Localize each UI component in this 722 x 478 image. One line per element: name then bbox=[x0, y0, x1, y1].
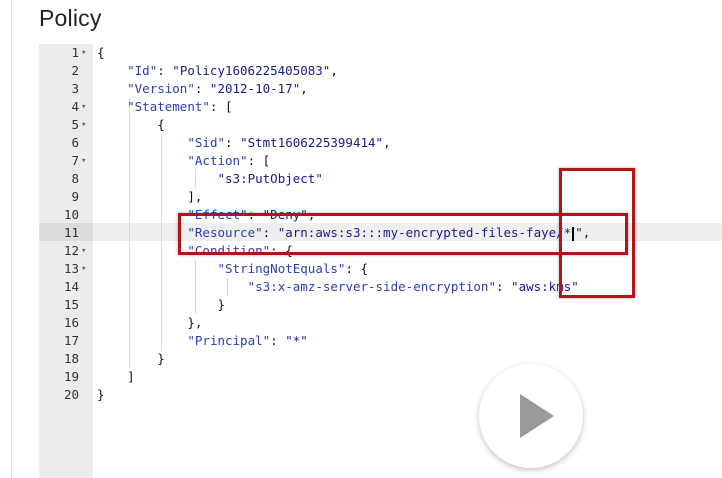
line-number: 2 bbox=[71, 63, 79, 78]
line-number: 14 bbox=[63, 279, 79, 294]
code-text: "Statement": [ bbox=[127, 99, 233, 114]
line-number: 7 bbox=[71, 153, 79, 168]
line-number: 6 bbox=[71, 135, 79, 150]
line-number: 5 bbox=[71, 117, 79, 132]
line-number: 1 bbox=[71, 45, 79, 60]
code-line[interactable]: 18 } bbox=[0, 350, 722, 368]
page-title: Policy bbox=[39, 5, 102, 31]
line-number: 13 bbox=[63, 261, 79, 276]
line-number: 11 bbox=[63, 225, 79, 240]
fold-toggle-icon[interactable]: ▾ bbox=[81, 152, 91, 170]
code-line[interactable]: 3 "Version": "2012-10-17", bbox=[0, 80, 722, 98]
code-text: "s3:PutObject" bbox=[217, 171, 323, 186]
fold-toggle-icon[interactable]: ▾ bbox=[81, 116, 91, 134]
highlight-box-resource-line bbox=[178, 213, 628, 255]
code-text: ] bbox=[127, 369, 135, 384]
code-line[interactable]: 2 "Id": "Policy1606225405083", bbox=[0, 62, 722, 80]
line-number: 16 bbox=[63, 315, 79, 330]
code-text: "Sid": "Stmt1606225399414", bbox=[187, 135, 391, 150]
video-play-button[interactable] bbox=[479, 364, 583, 468]
code-text: "Principal": "*" bbox=[187, 333, 308, 348]
code-line[interactable]: 15 } bbox=[0, 296, 722, 314]
code-text: { bbox=[157, 117, 165, 132]
code-text: "Id": "Policy1606225405083", bbox=[127, 63, 338, 78]
code-text: { bbox=[97, 45, 105, 60]
line-number: 8 bbox=[71, 171, 79, 186]
code-text: "StringNotEquals": { bbox=[217, 261, 369, 276]
fold-toggle-icon[interactable]: ▾ bbox=[81, 242, 91, 260]
line-number: 9 bbox=[71, 189, 79, 204]
code-line[interactable]: 5 ▾ { bbox=[0, 116, 722, 134]
code-line[interactable]: 1 ▾ { bbox=[0, 44, 722, 62]
line-number: 4 bbox=[71, 99, 79, 114]
code-line[interactable]: 16 }, bbox=[0, 314, 722, 332]
play-icon bbox=[520, 394, 554, 438]
code-text: }, bbox=[187, 315, 203, 330]
line-number: 20 bbox=[63, 387, 79, 402]
line-number: 3 bbox=[71, 81, 79, 96]
code-line[interactable]: 19 ] bbox=[0, 368, 722, 386]
code-line[interactable]: 20} bbox=[0, 386, 722, 404]
code-text: } bbox=[157, 351, 165, 366]
line-number: 10 bbox=[63, 207, 79, 222]
code-text: "s3:x-amz-server-side-encryption": "aws:… bbox=[247, 279, 579, 294]
code-text: "Action": [ bbox=[187, 153, 271, 168]
code-text: "Version": "2012-10-17", bbox=[127, 81, 308, 96]
code-line[interactable]: 4 ▾ "Statement": [ bbox=[0, 98, 722, 116]
line-number: 15 bbox=[63, 297, 79, 312]
code-line[interactable]: 17 "Principal": "*" bbox=[0, 332, 722, 350]
line-number: 12 bbox=[63, 243, 79, 258]
fold-toggle-icon[interactable]: ▾ bbox=[81, 260, 91, 278]
line-number: 19 bbox=[63, 369, 79, 384]
code-text: ], bbox=[187, 189, 203, 204]
code-line[interactable]: 6 "Sid": "Stmt1606225399414", bbox=[0, 134, 722, 152]
code-text: } bbox=[97, 387, 105, 402]
line-number: 17 bbox=[63, 333, 79, 348]
code-text: } bbox=[217, 297, 226, 312]
line-number: 18 bbox=[63, 351, 79, 366]
fold-toggle-icon[interactable]: ▾ bbox=[81, 98, 91, 116]
fold-toggle-icon[interactable]: ▾ bbox=[81, 44, 91, 62]
